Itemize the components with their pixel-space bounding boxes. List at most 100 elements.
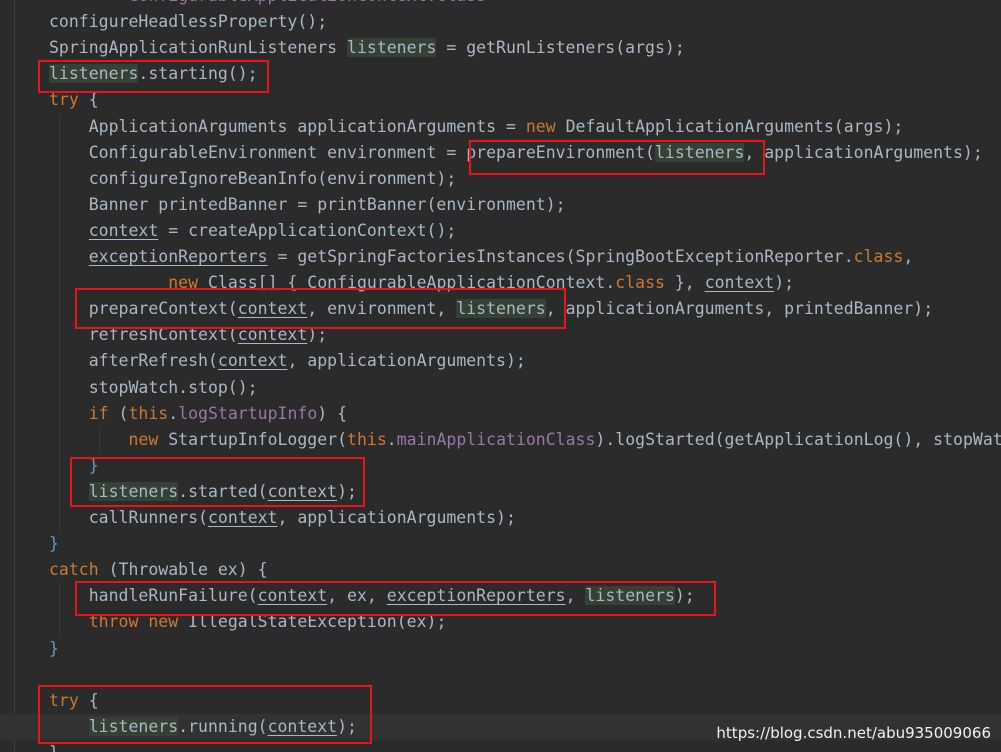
code-token: = getSpringFactoriesInstances(SpringBoot… (267, 247, 854, 266)
code-token: ); (674, 586, 695, 606)
code-token: refreshContext( (49, 325, 238, 345)
code-line[interactable]: if (this.logStartupInfo) { (0, 401, 1001, 427)
code-line[interactable] (0, 662, 1001, 688)
code-text: context = createApplicationContext(); (49, 218, 457, 244)
code-text: afterRefresh(context, applicationArgumen… (49, 348, 526, 374)
code-token: , (565, 586, 586, 606)
code-line[interactable]: Banner printedBanner = printBanner(envir… (0, 192, 1001, 218)
code-token: ) { (317, 403, 348, 423)
code-line[interactable]: prepareContext(context, environment, lis… (0, 296, 1001, 322)
code-token-hl: listeners (347, 38, 437, 58)
code-line[interactable]: ApplicationArguments applicationArgument… (0, 114, 1001, 140)
code-token-hl: listeners (585, 586, 675, 606)
code-token: IllegalStateException(ex); (178, 612, 447, 632)
code-line[interactable]: context = createApplicationContext(); (0, 218, 1001, 244)
code-token: , applicationArguments); (744, 142, 983, 162)
code-line[interactable]: catch (Throwable ex) { (0, 557, 1001, 583)
code-text: refreshContext(context); (49, 322, 327, 348)
code-editor[interactable]: ConfigurableApplicationContext.class conf… (0, 0, 1001, 752)
code-text: ApplicationArguments applicationArgument… (49, 114, 904, 140)
code-text: new Class[] { ConfigurableApplicationCon… (49, 270, 794, 296)
code-line[interactable]: stopWatch.stop(); (0, 375, 1001, 401)
code-text: stopWatch.stop(); (49, 375, 258, 401)
code-line[interactable]: throw new IllegalStateException(ex); (0, 609, 1001, 635)
code-line[interactable]: configureIgnoreBeanInfo(environment); (0, 166, 1001, 192)
code-line[interactable]: refreshContext(context); (0, 322, 1001, 348)
code-token: ); (307, 325, 328, 345)
code-token-kw: new (168, 273, 199, 293)
code-text: } (49, 531, 59, 557)
code-token-var: context (257, 586, 328, 606)
code-line[interactable]: } (0, 453, 1001, 479)
code-line[interactable]: } (0, 531, 1001, 557)
code-token: SpringApplicationRunListeners (49, 38, 348, 58)
code-token: , (903, 247, 914, 266)
code-token-kw: new (525, 116, 556, 136)
code-line[interactable]: exceptionReporters = getSpringFactoriesI… (0, 244, 1001, 270)
code-line[interactable]: afterRefresh(context, applicationArgumen… (0, 348, 1001, 374)
code-line[interactable]: try { (0, 688, 1001, 714)
code-text: listeners.starting(); (49, 61, 258, 87)
code-token: , ex, (327, 586, 387, 606)
code-token: Class[] { ConfigurableApplicationContext… (198, 273, 616, 293)
code-token-hl: listeners (456, 299, 546, 319)
code-text: listeners.started(context); (49, 479, 357, 505)
code-text: listeners.running(context); (49, 714, 357, 740)
code-token: . (386, 429, 397, 449)
code-text: ConfigurableApplicationContext.class (49, 0, 486, 9)
code-token: afterRefresh( (49, 351, 218, 371)
code-text: } (49, 740, 59, 752)
code-line[interactable]: listeners.started(context); (0, 479, 1001, 505)
code-token-kw: new (128, 429, 159, 449)
code-text: SpringApplicationRunListeners listeners … (49, 35, 685, 61)
code-line[interactable]: new StartupInfoLogger(this.mainApplicati… (0, 427, 1001, 453)
code-line[interactable]: try { (0, 87, 1001, 113)
code-token-var: context (267, 716, 338, 736)
watermark: https://blog.csdn.net/abu935009066 (716, 724, 991, 742)
code-token-var: context (267, 481, 338, 501)
code-token-bl: } (88, 455, 99, 475)
code-token: , applicationArguments, printedBanner); (545, 299, 934, 319)
code-line[interactable]: SpringApplicationRunListeners listeners … (0, 35, 1001, 61)
code-token-fld: mainApplicationClass (396, 429, 596, 449)
code-text: throw new IllegalStateException(ex); (49, 609, 447, 635)
code-text: exceptionReporters = getSpringFactoriesI… (49, 244, 914, 270)
code-line[interactable]: listeners.starting(); (0, 61, 1001, 87)
code-token-hl: listeners (654, 142, 745, 162)
code-token: configureIgnoreBeanInfo(environment); (49, 168, 457, 188)
code-line[interactable]: } (0, 636, 1001, 662)
code-token-kw: class (615, 273, 665, 293)
code-token-kw: throw (88, 612, 139, 632)
code-line[interactable]: handleRunFailure(context, ex, exceptionR… (0, 583, 1001, 609)
code-text: callRunners(context, applicationArgument… (49, 505, 516, 531)
code-token: StartupInfoLogger( (158, 429, 348, 449)
code-text: new StartupInfoLogger(this.mainApplicati… (49, 427, 1001, 453)
code-token: handleRunFailure( (49, 586, 258, 606)
code-text: } (49, 453, 99, 479)
code-token: (Throwable ex) { (98, 560, 268, 580)
code-token-var: context (237, 299, 308, 319)
code-token-kw: class (853, 247, 904, 266)
code-text: catch (Throwable ex) { (49, 557, 268, 583)
code-line[interactable]: ConfigurableApplicationContext.class (0, 0, 1001, 9)
code-token-hl: listeners (88, 481, 179, 501)
code-token-fld: logStartupInfo (178, 403, 318, 423)
code-line[interactable]: new Class[] { ConfigurableApplicationCon… (0, 270, 1001, 296)
code-line[interactable]: callRunners(context, applicationArgument… (0, 505, 1001, 531)
code-token: ); (337, 481, 357, 501)
code-token-var: exceptionReporters (386, 586, 566, 606)
code-token-kw: catch (49, 560, 99, 580)
code-token-kw: try (49, 690, 79, 710)
code-token-var: context (217, 351, 288, 371)
code-line[interactable]: ConfigurableEnvironment environment = pr… (0, 140, 1001, 166)
code-text: if (this.logStartupInfo) { (49, 401, 347, 427)
code-token: .running( (178, 716, 268, 736)
code-text: prepareContext(context, environment, lis… (49, 296, 933, 322)
code-line[interactable]: configureHeadlessProperty(); (0, 9, 1001, 35)
